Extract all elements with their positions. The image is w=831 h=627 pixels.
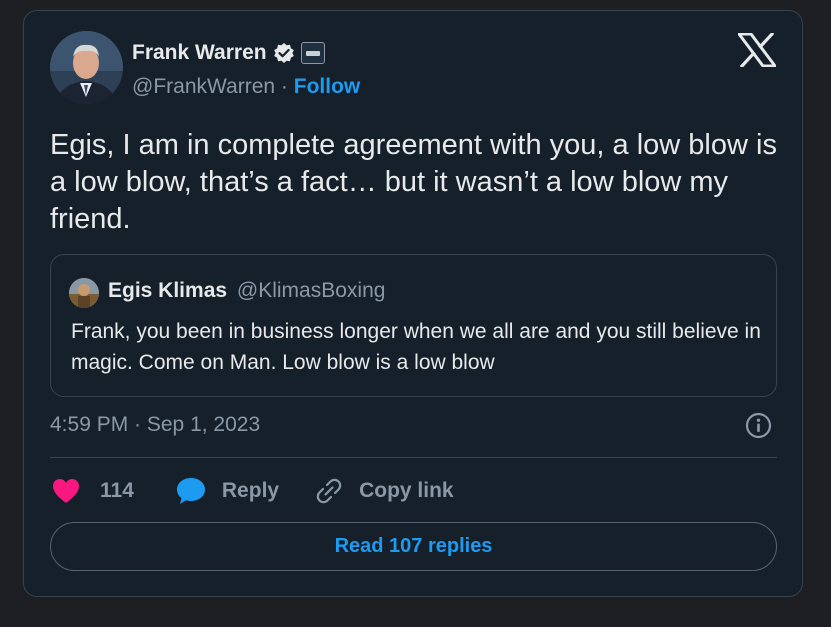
action-bar: 114 Reply Copy link	[52, 476, 454, 506]
divider	[50, 457, 777, 458]
like-count: 114	[100, 479, 134, 502]
quoted-author-handle: @KlimasBoxing	[236, 279, 386, 302]
quoted-author-header: Egis Klimas @KlimasBoxing	[108, 279, 385, 303]
quoted-author-name: Egis Klimas	[108, 279, 228, 302]
info-icon[interactable]	[745, 412, 772, 439]
quoted-tweet[interactable]: Egis Klimas @KlimasBoxing Frank, you bee…	[50, 254, 777, 397]
heart-icon	[53, 479, 79, 503]
author-handle-row: @FrankWarren · Follow	[132, 75, 360, 99]
follow-button[interactable]: Follow	[294, 75, 361, 98]
copy-link-button[interactable]: Copy link	[315, 477, 454, 505]
reply-bubble-icon	[176, 478, 205, 504]
handle-separator: ·	[280, 75, 288, 98]
tweet-timestamp[interactable]: 4:59 PM · Sep 1, 2023	[50, 413, 260, 437]
x-logo-icon[interactable]	[738, 33, 776, 67]
affiliation-badge-icon[interactable]	[300, 42, 325, 64]
quoted-author-avatar	[69, 278, 99, 308]
reply-label: Reply	[221, 479, 280, 502]
verified-badge-icon	[273, 43, 294, 63]
author-avatar[interactable]	[50, 31, 123, 104]
read-replies-button[interactable]: Read 107 replies	[50, 522, 777, 571]
tweet-card: Frank Warren @FrankWarren · Follow Egis,…	[23, 10, 803, 597]
author-name-row: Frank Warren	[132, 41, 325, 65]
link-icon	[316, 478, 342, 504]
tweet-text: Egis, I am in complete agreement with yo…	[50, 129, 777, 235]
author-handle[interactable]: @FrankWarren	[132, 75, 275, 98]
copy-link-label: Copy link	[359, 479, 454, 502]
quoted-tweet-text: Frank, you been in business longer when …	[71, 320, 761, 374]
like-button[interactable]: 114	[52, 478, 134, 504]
author-name[interactable]: Frank Warren	[132, 41, 267, 65]
reply-button[interactable]: Reply	[176, 477, 279, 505]
